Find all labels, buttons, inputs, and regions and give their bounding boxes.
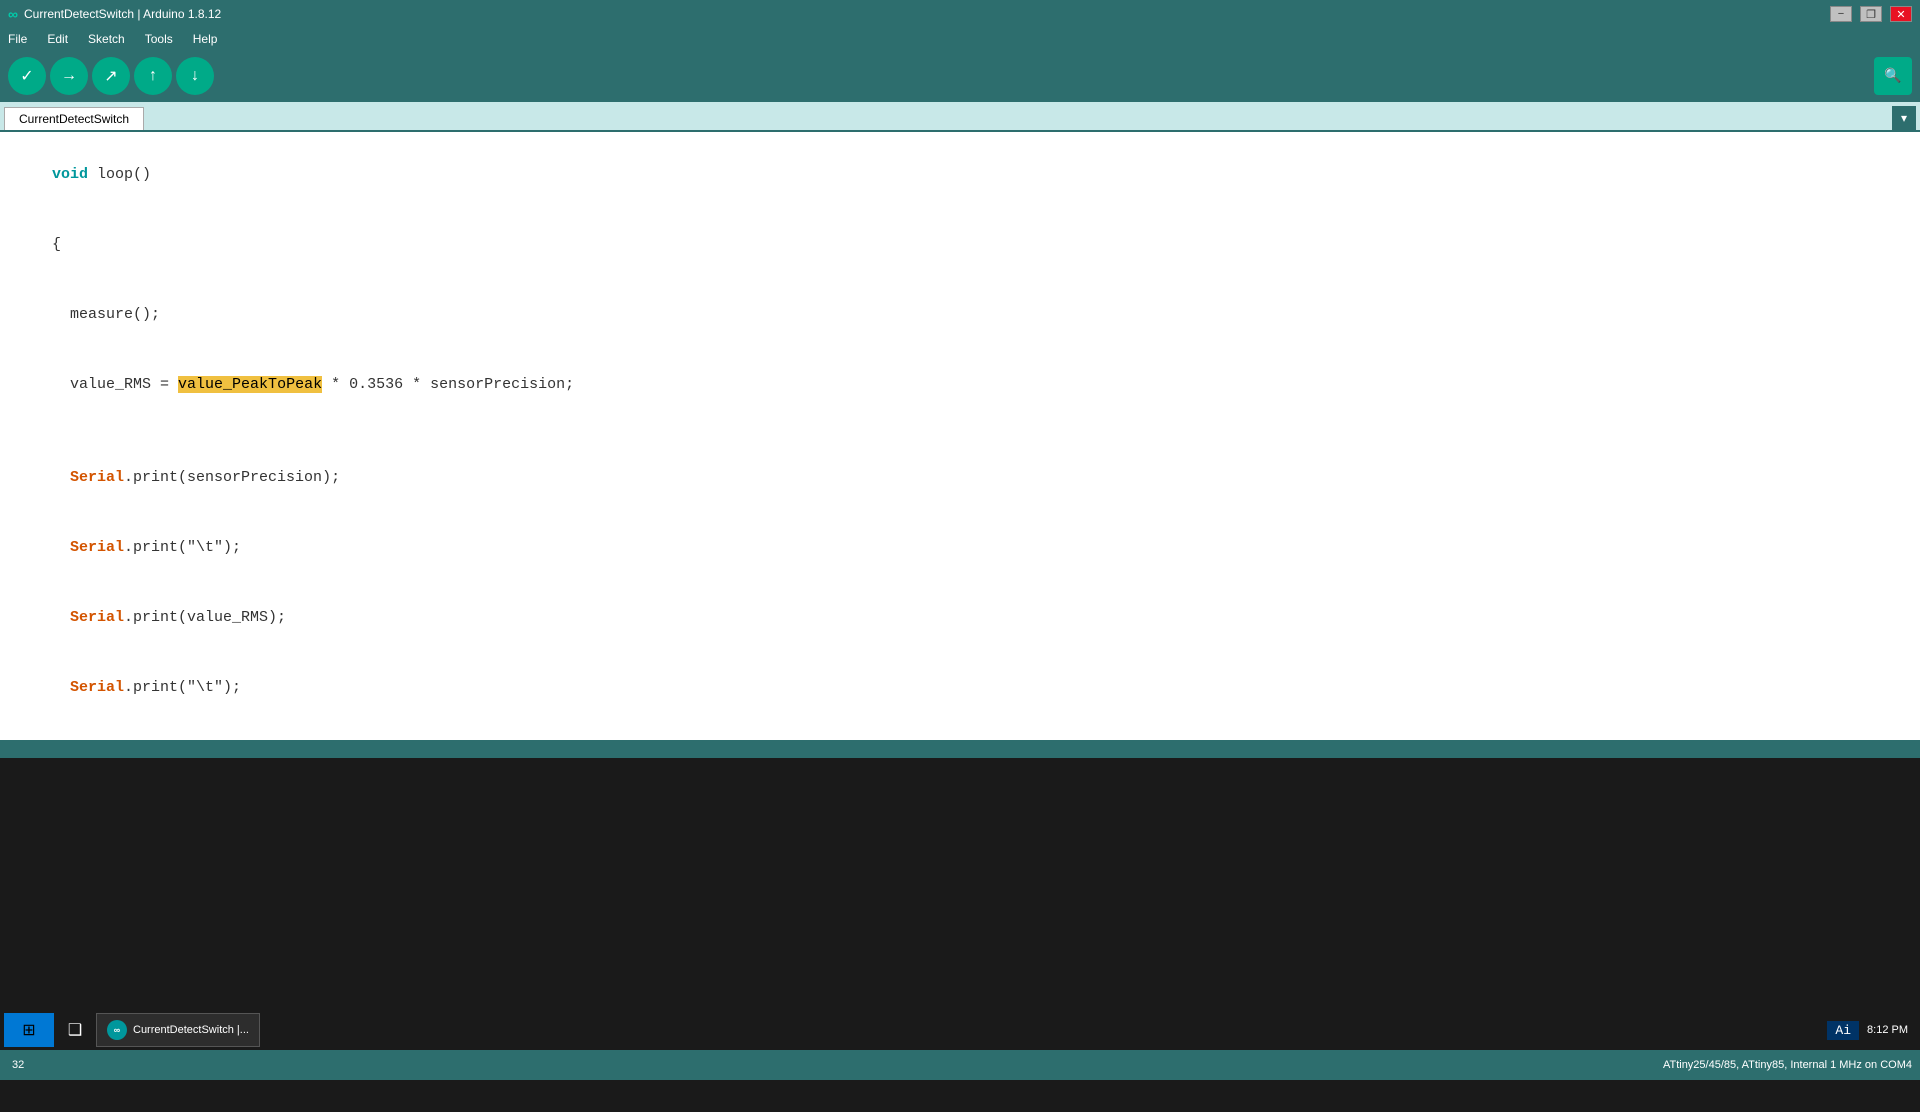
code-line-4: value_RMS = value_PeakToPeak * 0.3536 * … bbox=[0, 349, 1920, 419]
keyword-serial-1: Serial bbox=[52, 469, 124, 486]
time-display: 8:12 PM bbox=[1867, 1024, 1908, 1036]
start-button[interactable]: ⊞ bbox=[4, 1013, 54, 1047]
code-line-7: Serial.print("\t"); bbox=[0, 513, 1920, 583]
tab-label: CurrentDetectSwitch bbox=[19, 112, 129, 126]
editor-status-strip bbox=[0, 740, 1920, 758]
menu-sketch[interactable]: Sketch bbox=[84, 30, 129, 48]
editor-tab[interactable]: CurrentDetectSwitch bbox=[4, 107, 144, 130]
code-line-6: Serial.print(sensorPrecision); bbox=[0, 443, 1920, 513]
open-button[interactable]: ↑ bbox=[134, 57, 172, 95]
start-icon: ⊞ bbox=[22, 1020, 35, 1040]
taskview-icon: ❑ bbox=[68, 1020, 82, 1040]
code-line-1: void loop() bbox=[0, 140, 1920, 210]
verify-button[interactable]: ✓ bbox=[8, 57, 46, 95]
keyword-serial-2: Serial bbox=[52, 539, 124, 556]
menu-file[interactable]: File bbox=[4, 30, 31, 48]
title-bar-controls: − ❐ ✕ bbox=[1830, 6, 1912, 22]
code-line-3: measure(); bbox=[0, 280, 1920, 350]
menu-help[interactable]: Help bbox=[189, 30, 222, 48]
keyword-serial-3: Serial bbox=[52, 609, 124, 626]
tab-bar: CurrentDetectSwitch ▾ bbox=[0, 102, 1920, 132]
highlighted-variable: value_PeakToPeak bbox=[178, 376, 322, 393]
menu-tools[interactable]: Tools bbox=[141, 30, 177, 48]
window-title: CurrentDetectSwitch | Arduino 1.8.12 bbox=[24, 7, 221, 21]
title-bar-left: ∞ CurrentDetectSwitch | Arduino 1.8.12 bbox=[8, 6, 221, 22]
serial-monitor-button[interactable]: 🔍 bbox=[1874, 57, 1912, 95]
board-info: ATtiny25/45/85, ATtiny85, Internal 1 MHz… bbox=[1663, 1059, 1912, 1071]
code-line-8: Serial.print(value_RMS); bbox=[0, 583, 1920, 653]
code-line-9: Serial.print("\t"); bbox=[0, 652, 1920, 722]
arduino-taskbar-icon: ∞ bbox=[107, 1020, 127, 1040]
system-clock: 8:12 PM bbox=[1867, 1024, 1916, 1036]
close-button[interactable]: ✕ bbox=[1890, 6, 1912, 22]
arduino-taskbar-label: CurrentDetectSwitch |... bbox=[133, 1024, 249, 1036]
keyword-serial-4: Serial bbox=[52, 679, 124, 696]
restore-button[interactable]: ❐ bbox=[1860, 6, 1882, 22]
minimize-button[interactable]: − bbox=[1830, 6, 1852, 22]
upload-button[interactable]: → bbox=[50, 57, 88, 95]
ai-label-button[interactable]: Ai bbox=[1827, 1021, 1859, 1040]
app-logo: ∞ bbox=[8, 6, 18, 22]
code-line-5 bbox=[0, 419, 1920, 443]
windows-taskbar: ⊞ ❑ ∞ CurrentDetectSwitch |... Ai 8:12 P… bbox=[0, 1010, 1920, 1050]
arduino-taskbar-item[interactable]: ∞ CurrentDetectSwitch |... bbox=[96, 1013, 260, 1047]
taskview-button[interactable]: ❑ bbox=[58, 1013, 92, 1047]
new-button[interactable]: ↗ bbox=[92, 57, 130, 95]
status-bar: 32 ATtiny25/45/85, ATtiny85, Internal 1 … bbox=[0, 1050, 1920, 1080]
code-editor[interactable]: void loop() { measure(); value_RMS = val… bbox=[0, 132, 1920, 740]
title-bar: ∞ CurrentDetectSwitch | Arduino 1.8.12 −… bbox=[0, 0, 1920, 28]
toolbar: ✓ → ↗ ↑ ↓ 🔍 bbox=[0, 50, 1920, 102]
menu-bar: File Edit Sketch Tools Help bbox=[0, 28, 1920, 50]
line-number: 32 bbox=[12, 1059, 24, 1071]
keyword-void: void bbox=[52, 166, 88, 183]
code-line-10: Serial.println(value_PeakToPeak); bbox=[0, 722, 1920, 740]
save-button[interactable]: ↓ bbox=[176, 57, 214, 95]
menu-edit[interactable]: Edit bbox=[43, 30, 72, 48]
code-line-2: { bbox=[0, 210, 1920, 280]
tab-scroll-button[interactable]: ▾ bbox=[1892, 106, 1916, 130]
